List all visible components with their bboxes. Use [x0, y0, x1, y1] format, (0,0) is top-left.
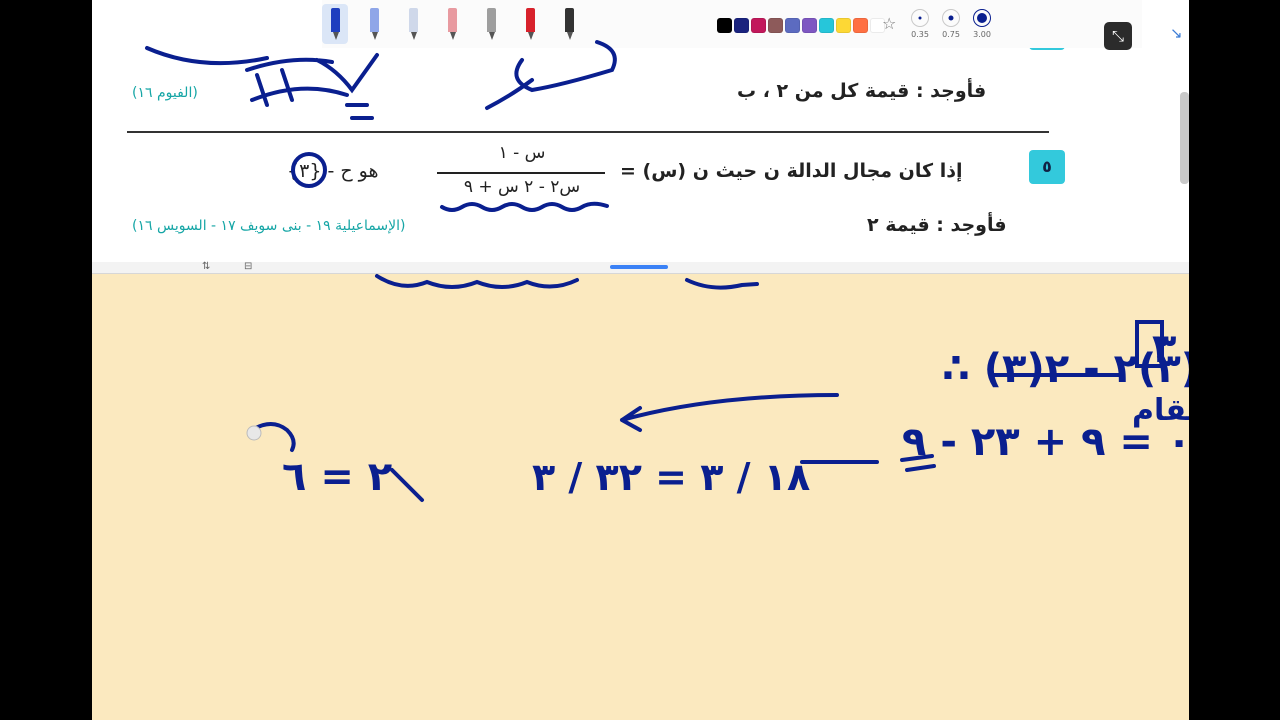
pen-tool-6[interactable] [517, 4, 543, 44]
thickness-label: 0.35 [911, 30, 929, 39]
color-swatch-5[interactable] [785, 18, 800, 33]
favorite-star-icon[interactable]: ☆ [882, 14, 896, 33]
fraction-line [437, 172, 605, 174]
pen-tool-7[interactable] [556, 4, 582, 44]
pen-tool-2[interactable] [361, 4, 387, 44]
color-swatch-2[interactable] [734, 18, 749, 33]
pen-toolbar: ☆ 0.35 0.75 3.00 [322, 0, 1142, 48]
pen-body [409, 8, 418, 32]
pen-tip [333, 32, 339, 40]
question-5-text: إذا كان مجال الدالة ن حيث ن (س) = [620, 160, 963, 182]
app-window: فأوجد : قيمة كل من ٢ ، ب (الفيوم ١٦) ٥ إ… [92, 0, 1189, 720]
color-swatch-4[interactable] [768, 18, 783, 33]
pen-tip [567, 32, 573, 40]
collapse-icon[interactable]: ⤡ [1104, 22, 1132, 50]
pen-body [487, 8, 496, 32]
pen-body [448, 8, 457, 32]
arrow-down-right-icon[interactable]: ↘ [1170, 24, 1183, 42]
fit-width-icon[interactable]: ⇅ [202, 261, 210, 272]
document-pane[interactable]: فأوجد : قيمة كل من ٢ ، ب (الفيوم ١٦) ٥ إ… [92, 0, 1189, 262]
pen-tip [372, 32, 378, 40]
color-swatch-6[interactable] [802, 18, 817, 33]
pen-tool-4[interactable] [439, 4, 465, 44]
layout-icon[interactable]: ⊟ [244, 261, 252, 272]
document-scrollbar[interactable] [1180, 92, 1189, 184]
pen-tool-1[interactable] [322, 4, 348, 44]
pen-tool-3[interactable] [400, 4, 426, 44]
q5-domain: هو ح - {٣} [287, 160, 379, 182]
color-swatch-3[interactable] [751, 18, 766, 33]
color-swatch-8[interactable] [836, 18, 851, 33]
splitter-handle[interactable] [610, 265, 668, 269]
pen-body [370, 8, 379, 32]
question-5-badge: ٥ [1029, 150, 1065, 184]
question-5-source: (الإسماعيلية ١٩ - بنى سويف ١٧ - السويس ١… [132, 218, 406, 234]
pen-tip [450, 32, 456, 40]
thickness-dot-icon [911, 9, 929, 27]
pen-tip [411, 32, 417, 40]
q5-denominator: س٢ - ٢ س + ٩ [463, 177, 581, 197]
pen-tip [489, 32, 495, 40]
thickness-dot-icon [973, 9, 991, 27]
color-swatch-9[interactable] [853, 18, 868, 33]
pen-body [526, 8, 535, 32]
question-4-find: فأوجد : قيمة كل من ٢ ، ب [737, 80, 987, 102]
question-4-source: (الفيوم ١٦) [132, 85, 198, 101]
q5-numerator: س - ١ [498, 143, 546, 163]
question-5-find: فأوجد : قيمة ٢ [867, 214, 1007, 236]
pen-body [331, 8, 340, 32]
thickness-dot-icon [942, 9, 960, 27]
thickness-option-3[interactable]: 3.00 [967, 9, 997, 39]
thickness-option-1[interactable]: 0.35 [905, 9, 935, 39]
thickness-label: 3.00 [973, 30, 991, 39]
color-swatch-1[interactable] [717, 18, 732, 33]
pen-body [565, 8, 574, 32]
thickness-label: 0.75 [942, 30, 960, 39]
whiteboard-canvas[interactable] [92, 274, 1189, 720]
question-divider [127, 131, 1049, 133]
pane-splitter[interactable]: ⇅ ⊟ [92, 261, 1189, 274]
pen-tip [528, 32, 534, 40]
thickness-option-2[interactable]: 0.75 [936, 9, 966, 39]
pen-tool-5[interactable] [478, 4, 504, 44]
color-swatch-7[interactable] [819, 18, 834, 33]
